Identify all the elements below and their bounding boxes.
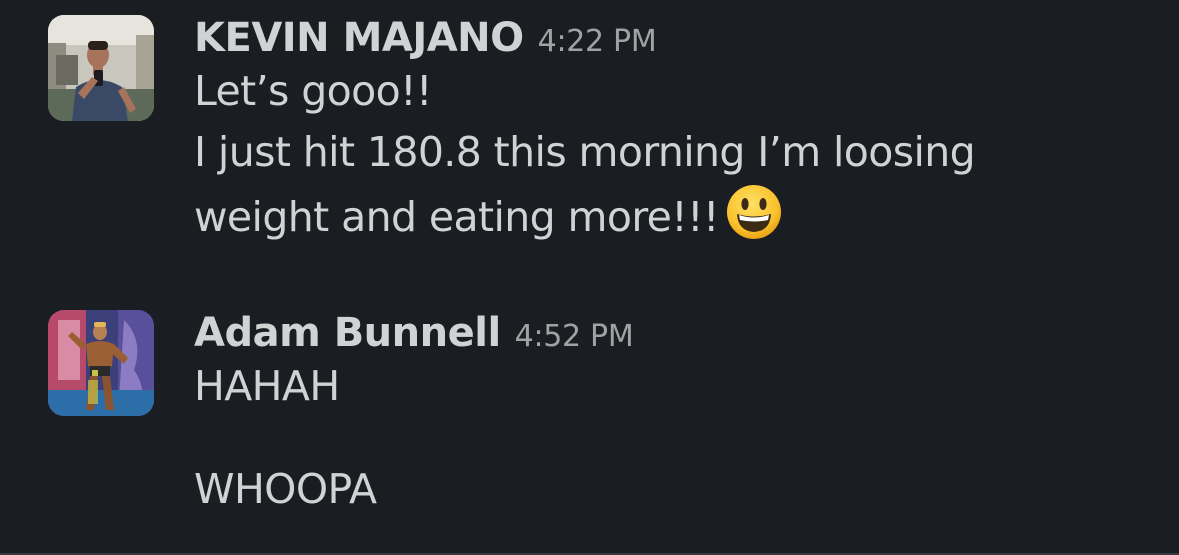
message-timestamp[interactable]: 4:22 PM [538, 24, 657, 59]
message-timestamp[interactable]: 4:52 PM [515, 319, 634, 354]
message-text-line: Let’s gooo!! [194, 67, 432, 115]
bodybuilder-stage-avatar [48, 310, 154, 416]
gym-mirror-selfie-avatar [48, 15, 154, 121]
sender-name[interactable]: Adam Bunnell [194, 310, 501, 356]
message-text: weight and eating more!!! [194, 193, 719, 241]
message-header: KEVIN MAJANO 4:22 PM [194, 15, 1154, 61]
message-item[interactable]: KEVIN MAJANO 4:22 PM Let’s gooo!! I just… [48, 15, 1154, 248]
message-header: Adam Bunnell 4:52 PM [194, 310, 1154, 356]
message-text-line-with-emoji: weight and eating more!!! [194, 183, 1154, 248]
message-text-line: HAHAH [194, 362, 340, 410]
message-item[interactable]: Adam Bunnell 4:52 PM HAHAH WHOOPA [48, 310, 1154, 520]
grinning-face-emoji [726, 185, 781, 239]
message-text-line: I just hit 180.8 this morning I’m loosin… [194, 128, 976, 176]
message-text-line: WHOOPA [194, 465, 377, 513]
sender-name[interactable]: KEVIN MAJANO [194, 15, 524, 61]
user-avatar[interactable] [48, 310, 154, 416]
user-avatar[interactable] [48, 15, 154, 121]
message-content: KEVIN MAJANO 4:22 PM Let’s gooo!! I just… [194, 15, 1154, 248]
message-content: Adam Bunnell 4:52 PM HAHAH WHOOPA [194, 310, 1154, 520]
